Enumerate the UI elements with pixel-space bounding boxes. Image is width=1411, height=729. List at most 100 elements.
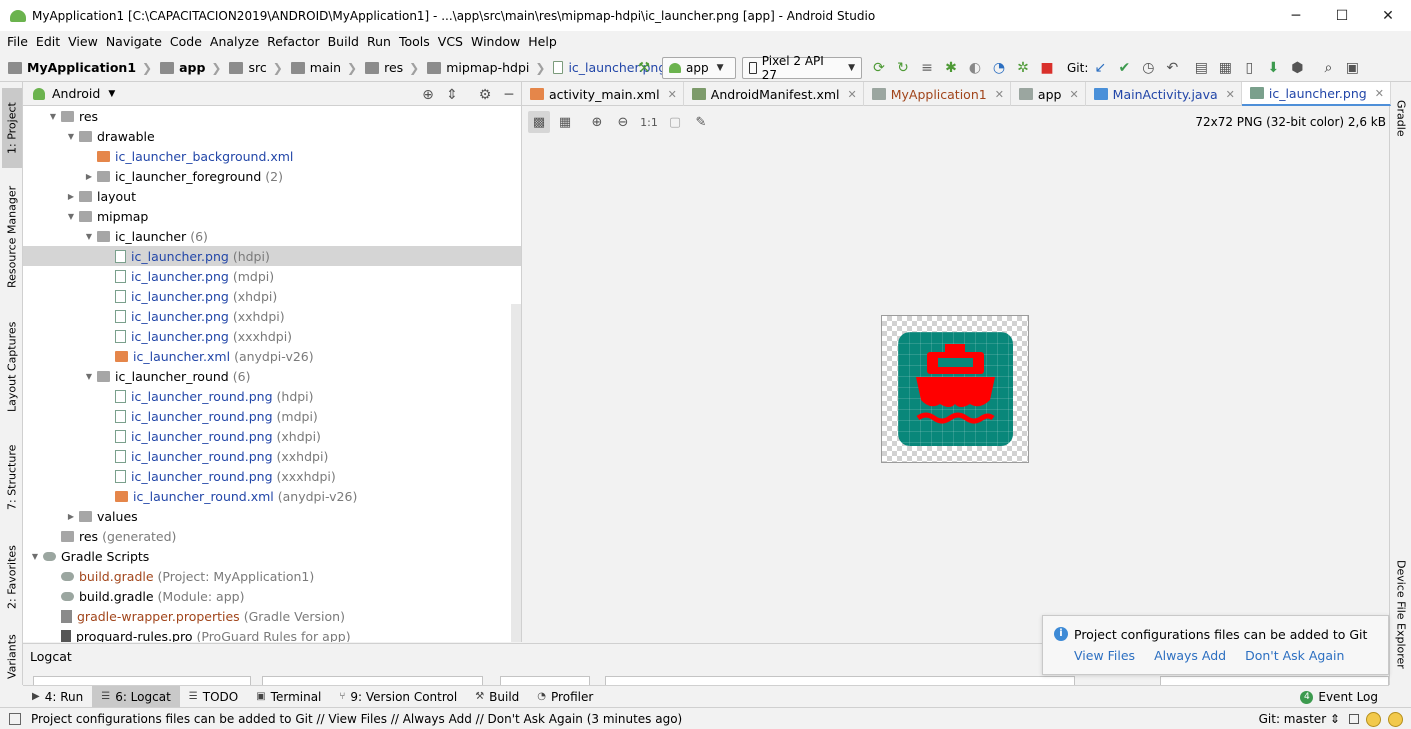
tree-node[interactable]: ic_launcher.xml (anydpi-v26) <box>23 346 521 366</box>
breadcrumb-project[interactable]: MyApplication1 ❯ <box>8 60 152 75</box>
zoom-out-icon[interactable]: ⊖ <box>612 111 634 133</box>
collapse-arrow-icon[interactable]: ▶ <box>63 192 79 201</box>
git-branch-widget[interactable]: Git: master ⇕ <box>1259 712 1340 726</box>
tree-node[interactable]: ic_launcher.png (xxxhdpi) <box>23 326 521 346</box>
bottom-tab[interactable]: ⚒ Build <box>466 686 528 708</box>
project-view-selector[interactable]: Android <box>52 86 100 101</box>
editor-tab[interactable]: AndroidManifest.xml ✕ <box>684 82 864 106</box>
event-log-tab[interactable]: 4 Event Log <box>1300 686 1378 708</box>
debug-icon[interactable]: ✱ <box>940 57 962 79</box>
search-icon[interactable]: ⌕ <box>1317 57 1339 79</box>
apply-code-changes-icon[interactable]: ↻ <box>892 57 914 79</box>
tree-node[interactable]: build.gradle (Project: MyApplication1) <box>23 566 521 586</box>
tree-node[interactable]: gradle-wrapper.properties (Gradle Version… <box>23 606 521 626</box>
expand-arrow-icon[interactable]: ▼ <box>27 552 43 561</box>
settings-icon[interactable]: ▣ <box>1341 57 1363 79</box>
actual-size-button[interactable]: 1:1 <box>638 111 660 133</box>
profile-icon[interactable]: ◔ <box>988 57 1010 79</box>
smiley-icon[interactable] <box>1366 711 1381 727</box>
menu-code[interactable]: Code <box>166 34 206 49</box>
editor-tab[interactable]: ic_launcher.png ✕ <box>1241 82 1391 106</box>
zoom-in-icon[interactable]: ⊕ <box>586 111 608 133</box>
maximize-button[interactable]: ☐ <box>1319 0 1365 31</box>
bottom-tab[interactable]: ⑂ 9: Version Control <box>330 686 466 708</box>
bottom-tab[interactable]: ▣ Terminal <box>247 686 330 708</box>
menu-run[interactable]: Run <box>363 34 395 49</box>
tree-node[interactable]: ic_launcher.png (xxhdpi) <box>23 306 521 326</box>
editor-tab[interactable]: app ✕ <box>1011 82 1086 106</box>
editor-tab[interactable]: MyApplication1 ✕ <box>864 82 1011 106</box>
tree-node[interactable]: ▶ values <box>23 506 521 526</box>
tree-node[interactable]: ic_launcher.png (hdpi) <box>23 246 521 266</box>
tree-node[interactable]: ic_launcher_round.xml (anydpi-v26) <box>23 486 521 506</box>
run-configuration-dropdown[interactable]: app ▼ <box>662 57 736 79</box>
tree-node[interactable]: ▶ layout <box>23 186 521 206</box>
sad-face-icon[interactable] <box>1388 711 1403 727</box>
history-icon[interactable]: ◷ <box>1137 57 1159 79</box>
collapse-arrow-icon[interactable]: ▶ <box>63 512 79 521</box>
tree-node[interactable]: ic_launcher.png (mdpi) <box>23 266 521 286</box>
menu-tools[interactable]: Tools <box>395 34 434 49</box>
lock-icon[interactable] <box>1349 714 1359 724</box>
menu-analyze[interactable]: Analyze <box>206 34 263 49</box>
tree-node[interactable]: ic_launcher_round.png (hdpi) <box>23 386 521 406</box>
tab-resource-manager[interactable]: Resource Manager <box>2 177 22 297</box>
tree-node[interactable]: ▼ Gradle Scripts <box>23 546 521 566</box>
close-tab-icon[interactable]: ✕ <box>848 88 857 101</box>
sdk-manager-icon[interactable]: ⬇ <box>1262 57 1284 79</box>
sync-gradle-icon[interactable]: ▦ <box>1214 57 1236 79</box>
editor-tab[interactable]: MainActivity.java ✕ <box>1086 82 1242 106</box>
locate-icon[interactable]: ⊕ <box>417 84 439 106</box>
grid-toggle-icon[interactable]: ▦ <box>554 111 576 133</box>
tree-node[interactable]: ic_launcher_round.png (mdpi) <box>23 406 521 426</box>
tree-node[interactable]: ▼ ic_launcher (6) <box>23 226 521 246</box>
tab-device-file-explorer[interactable]: Device File Explorer <box>1392 554 1410 674</box>
tab-variants[interactable]: Variants <box>2 632 22 682</box>
menu-vcs[interactable]: VCS <box>434 34 467 49</box>
tree-node[interactable]: ic_launcher_round.png (xxxhdpi) <box>23 466 521 486</box>
bottom-tab[interactable]: ▶ 4: Run <box>23 686 92 708</box>
close-tab-icon[interactable]: ✕ <box>668 88 677 101</box>
view-files-link[interactable]: View Files <box>1074 648 1135 663</box>
git-commit-icon[interactable]: ✔ <box>1113 57 1135 79</box>
always-add-link[interactable]: Always Add <box>1154 648 1226 663</box>
tool-windows-icon[interactable] <box>9 712 21 725</box>
menu-refactor[interactable]: Refactor <box>263 34 323 49</box>
chessboard-toggle-icon[interactable]: ▩ <box>528 111 550 133</box>
tab-layout-captures[interactable]: Layout Captures <box>2 317 22 417</box>
collapse-arrow-icon[interactable]: ▶ <box>81 172 97 181</box>
close-tab-icon[interactable]: ✕ <box>1069 88 1078 101</box>
close-tab-icon[interactable]: ✕ <box>995 88 1004 101</box>
image-canvas[interactable] <box>881 315 1029 463</box>
run-list-icon[interactable]: ≡ <box>916 57 938 79</box>
tree-node[interactable]: ic_launcher_background.xml <box>23 146 521 166</box>
bottom-tab[interactable]: ☰ TODO <box>180 686 247 708</box>
tree-scrollbar[interactable] <box>511 304 521 642</box>
tree-node[interactable]: ▼ res <box>23 106 521 126</box>
breadcrumb-res[interactable]: res ❯ <box>365 60 419 75</box>
device-dropdown[interactable]: Pixel 2 API 27 ▼ <box>742 54 862 82</box>
status-message[interactable]: Project configurations files can be adde… <box>31 712 682 726</box>
hide-icon[interactable]: ─ <box>498 84 520 106</box>
fit-zoom-icon[interactable]: ▢ <box>664 111 686 133</box>
tab-gradle[interactable]: Gradle <box>1392 88 1410 148</box>
menu-file[interactable]: File <box>3 34 32 49</box>
bottom-tab[interactable]: ☰ 6: Logcat <box>92 685 180 708</box>
project-structure-icon[interactable]: ▤ <box>1190 57 1212 79</box>
tree-node[interactable]: ▼ drawable <box>23 126 521 146</box>
collapse-all-icon[interactable]: ⇕ <box>441 84 463 106</box>
expand-arrow-icon[interactable]: ▼ <box>81 372 97 381</box>
stop-icon[interactable]: ■ <box>1036 57 1058 79</box>
tree-node[interactable]: build.gradle (Module: app) <box>23 586 521 606</box>
gear-icon[interactable]: ⚙ <box>474 84 496 106</box>
breadcrumb-src[interactable]: src ❯ <box>229 60 283 75</box>
bottom-tab[interactable]: ◔ Profiler <box>528 686 602 708</box>
avd-manager-icon[interactable]: ▯ <box>1238 57 1260 79</box>
menu-window[interactable]: Window <box>467 34 524 49</box>
tree-node[interactable]: res (generated) <box>23 526 521 546</box>
hammer-icon[interactable]: ⚒ <box>633 57 655 79</box>
breadcrumb-main[interactable]: main ❯ <box>290 60 357 75</box>
breadcrumb-app[interactable]: app ❯ <box>160 60 221 75</box>
tree-node[interactable]: ic_launcher_round.png (xxhdpi) <box>23 446 521 466</box>
expand-arrow-icon[interactable]: ▼ <box>81 232 97 241</box>
